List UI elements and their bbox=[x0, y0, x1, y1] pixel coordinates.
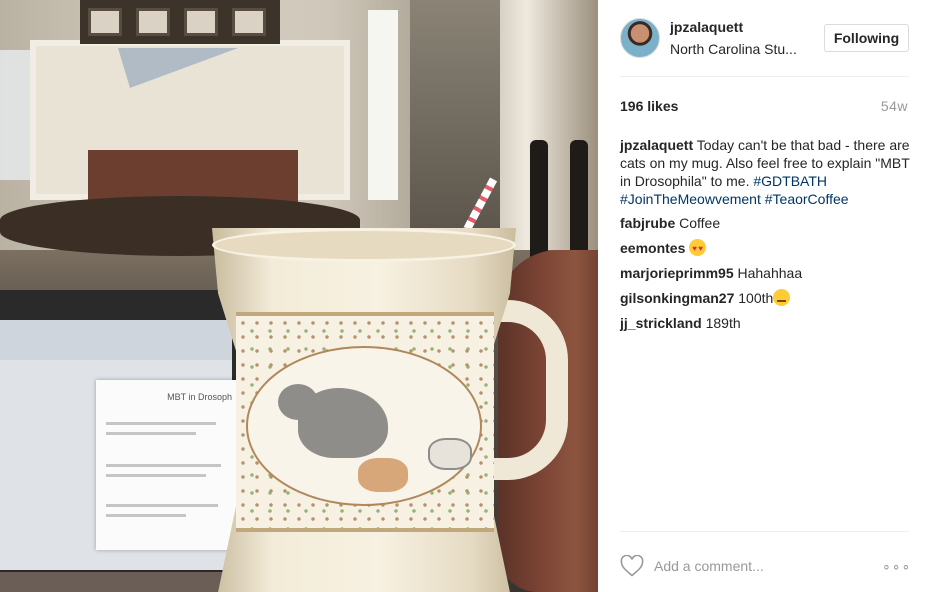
author-username-link[interactable]: jpzalaquett bbox=[670, 19, 743, 35]
comment-username-link[interactable]: marjorieprimm95 bbox=[620, 265, 734, 281]
photo-cat-grey-head bbox=[278, 384, 318, 420]
comment-text: 189th bbox=[705, 315, 741, 331]
comment-list: jpzalaquett Today can't be that bad - th… bbox=[620, 136, 910, 339]
photo-mug-pattern bbox=[236, 312, 494, 532]
location-link[interactable]: North Carolina Stu... bbox=[670, 41, 810, 57]
photo-frame bbox=[184, 8, 218, 36]
comment-username-link[interactable]: jj_strickland bbox=[620, 315, 702, 331]
post-sidebar: jpzalaquett North Carolina Stu... Follow… bbox=[598, 0, 928, 592]
photo-slide-line bbox=[106, 464, 221, 467]
divider bbox=[620, 76, 909, 77]
unamused-emoji-icon bbox=[773, 289, 791, 306]
comment-item: jj_strickland 189th bbox=[620, 314, 910, 332]
photo-slide-title: MBT in Drosoph bbox=[167, 392, 232, 402]
photo-frame bbox=[88, 8, 122, 36]
comment-item: eemontes bbox=[620, 239, 910, 258]
likes-count[interactable]: 196 likes bbox=[620, 98, 678, 114]
photo-laptop-dock bbox=[0, 572, 250, 592]
photo-mug-oval bbox=[246, 346, 482, 506]
photo-window-bright bbox=[368, 10, 398, 200]
photo-picture-frames bbox=[80, 0, 280, 44]
photo-slide-line bbox=[106, 474, 206, 477]
photo-cat-orange bbox=[358, 458, 408, 492]
photo-mug-rim bbox=[212, 228, 516, 262]
photo-frame bbox=[136, 8, 170, 36]
comment-item: marjorieprimm95 Hahahhaa bbox=[620, 264, 910, 282]
photo-slide: MBT in Drosoph bbox=[96, 380, 236, 550]
comment-text: Coffee bbox=[679, 215, 721, 231]
following-button[interactable]: Following bbox=[824, 24, 909, 52]
post-header: jpzalaquett North Carolina Stu... Follow… bbox=[598, 0, 928, 76]
caption: jpzalaquett Today can't be that bad - th… bbox=[620, 136, 910, 208]
divider bbox=[620, 531, 909, 532]
more-options-icon[interactable]: ∘∘∘ bbox=[882, 556, 910, 576]
heart-eyes-emoji-icon bbox=[689, 239, 707, 258]
photo-slide-line bbox=[106, 514, 186, 517]
photo-frame bbox=[232, 8, 266, 36]
hashtag-link[interactable]: #GDTBATH bbox=[753, 173, 827, 189]
caption-username-link[interactable]: jpzalaquett bbox=[620, 137, 693, 153]
post-photo[interactable]: MBT in Drosoph bbox=[0, 0, 598, 592]
comment-username-link[interactable]: eemontes bbox=[620, 240, 685, 256]
comment-username-link[interactable]: gilsonkingman27 bbox=[620, 290, 734, 306]
like-heart-icon[interactable] bbox=[620, 555, 644, 577]
add-comment-input[interactable] bbox=[654, 554, 854, 578]
comment-item: fabjrube Coffee bbox=[620, 214, 910, 232]
hashtag-link[interactable]: #TeaorCoffee bbox=[765, 191, 849, 207]
photo-laptop-toolbar bbox=[0, 320, 232, 360]
comment-item: gilsonkingman27 100th bbox=[620, 289, 910, 307]
post-age[interactable]: 54w bbox=[848, 98, 908, 114]
avatar[interactable] bbox=[620, 18, 660, 58]
comment-username-link[interactable]: fabjrube bbox=[620, 215, 675, 231]
photo-slide-line bbox=[106, 504, 218, 507]
photo-slide-line bbox=[106, 422, 216, 425]
photo-slide-line bbox=[106, 432, 196, 435]
comment-text: Hahahhaa bbox=[737, 265, 803, 281]
photo-cat-white bbox=[428, 438, 472, 470]
hashtag-link[interactable]: #JoinTheMeowvement bbox=[620, 191, 761, 207]
comment-text: 100th bbox=[738, 290, 774, 306]
